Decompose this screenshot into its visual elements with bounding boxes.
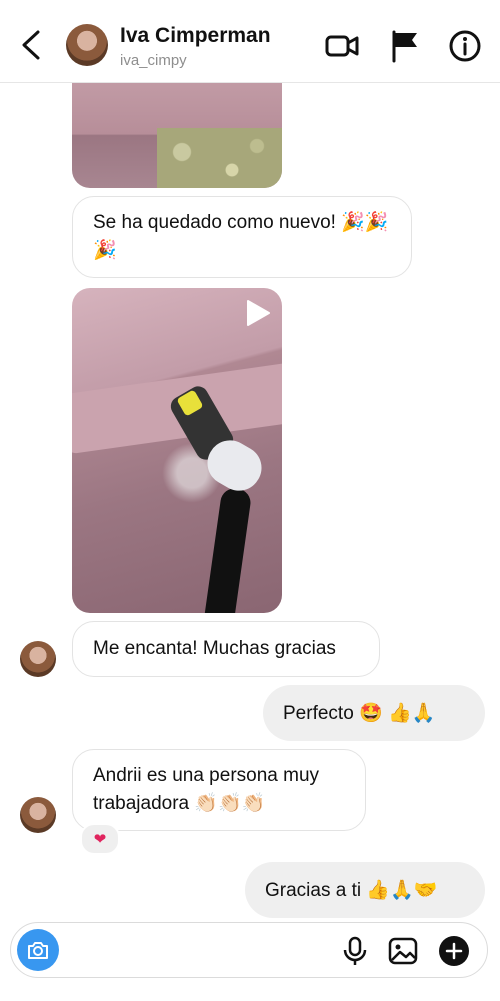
message-text: Me encanta! Muchas gracias: [93, 638, 336, 659]
camera-button[interactable]: [17, 929, 59, 971]
plus-circle-icon[interactable]: [438, 935, 470, 967]
heart-reaction[interactable]: ❤: [80, 823, 120, 855]
incoming-message[interactable]: Me encanta! Muchas gracias: [72, 621, 380, 677]
contact-username: iva_cimpy: [120, 52, 187, 69]
image-icon[interactable]: [387, 935, 419, 967]
heart-icon: ❤: [93, 831, 107, 848]
microphone-icon[interactable]: [339, 935, 371, 967]
play-icon[interactable]: [242, 298, 272, 328]
message-text-line: Andrii es una persona muy: [93, 765, 320, 786]
message-text: Gracias a ti 👍🙏🤝: [265, 880, 438, 901]
photo-content: [157, 128, 282, 188]
contact-name[interactable]: Iva Cimperman: [120, 24, 271, 48]
avatar[interactable]: [20, 797, 56, 833]
message-text: Perfecto 🤩 👍🙏: [283, 703, 436, 724]
avatar[interactable]: [20, 641, 56, 677]
outgoing-message[interactable]: Perfecto 🤩 👍🙏: [263, 685, 485, 741]
incoming-message[interactable]: Andrii es una persona muy trabajadora 👏🏻…: [72, 749, 366, 831]
back-icon[interactable]: [18, 28, 44, 62]
message-thread[interactable]: Se ha quedado como nuevo! 🎉🎉🎉 Me encanta…: [0, 83, 500, 923]
camera-icon: [28, 942, 48, 959]
video-frame-detail: [201, 486, 253, 613]
chat-header: Iva Cimperman iva_cimpy: [0, 0, 500, 83]
incoming-message[interactable]: Se ha quedado como nuevo! 🎉🎉🎉: [72, 196, 412, 278]
shared-video[interactable]: [72, 288, 282, 613]
message-text: Se ha quedado como nuevo! 🎉🎉🎉: [93, 212, 389, 261]
message-composer[interactable]: [10, 922, 488, 978]
avatar[interactable]: [66, 24, 108, 66]
message-text-line: trabajadora 👏🏻👏🏻👏🏻: [93, 793, 266, 814]
flag-icon[interactable]: [387, 28, 423, 64]
video-camera-icon[interactable]: [324, 28, 360, 64]
shared-photo[interactable]: [72, 83, 282, 188]
outgoing-message[interactable]: Gracias a ti 👍🙏🤝: [245, 862, 485, 918]
info-icon[interactable]: [447, 28, 483, 64]
